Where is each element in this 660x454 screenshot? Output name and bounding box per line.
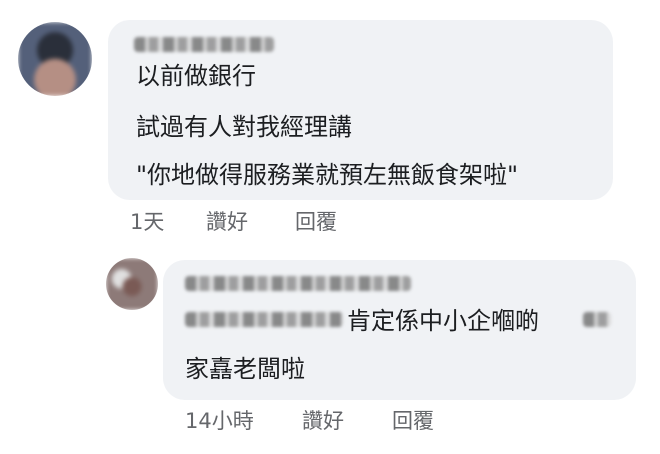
reply-like-button[interactable]: 讚好 bbox=[302, 405, 344, 435]
comment-bubble: 以前做銀行 試過有人對我經理講 "你地做得服務業就預左無飯食架啦" bbox=[108, 20, 613, 200]
reply-reply-button[interactable]: 回覆 bbox=[392, 405, 434, 435]
comment-like-button[interactable]: 讚好 bbox=[206, 206, 248, 236]
reply-timestamp: 14小時 bbox=[185, 409, 254, 433]
reply-line-2: 家嚞老闆啦 bbox=[185, 355, 305, 383]
replier-avatar[interactable] bbox=[106, 258, 158, 310]
comment-line-3: "你地做得服務業就預左無飯食架啦" bbox=[136, 161, 519, 189]
comment-line-1: 以前做銀行 bbox=[136, 62, 256, 90]
comment-reply-button[interactable]: 回覆 bbox=[295, 206, 337, 236]
blurred-word bbox=[583, 312, 611, 327]
reply-bubble: 肯定係中小企嗰啲 家嚞老闆啦 bbox=[163, 260, 636, 400]
comment-line-2: 試過有人對我經理講 bbox=[136, 113, 352, 141]
comment-timestamp: 1天 bbox=[130, 210, 165, 234]
commenter-avatar[interactable] bbox=[18, 22, 92, 96]
reply-line-1: 肯定係中小企嗰啲 bbox=[347, 307, 539, 335]
mentioned-user-tag-blurred[interactable] bbox=[185, 312, 343, 327]
replier-name-blurred[interactable] bbox=[185, 276, 411, 291]
commenter-name-blurred[interactable] bbox=[134, 37, 274, 52]
